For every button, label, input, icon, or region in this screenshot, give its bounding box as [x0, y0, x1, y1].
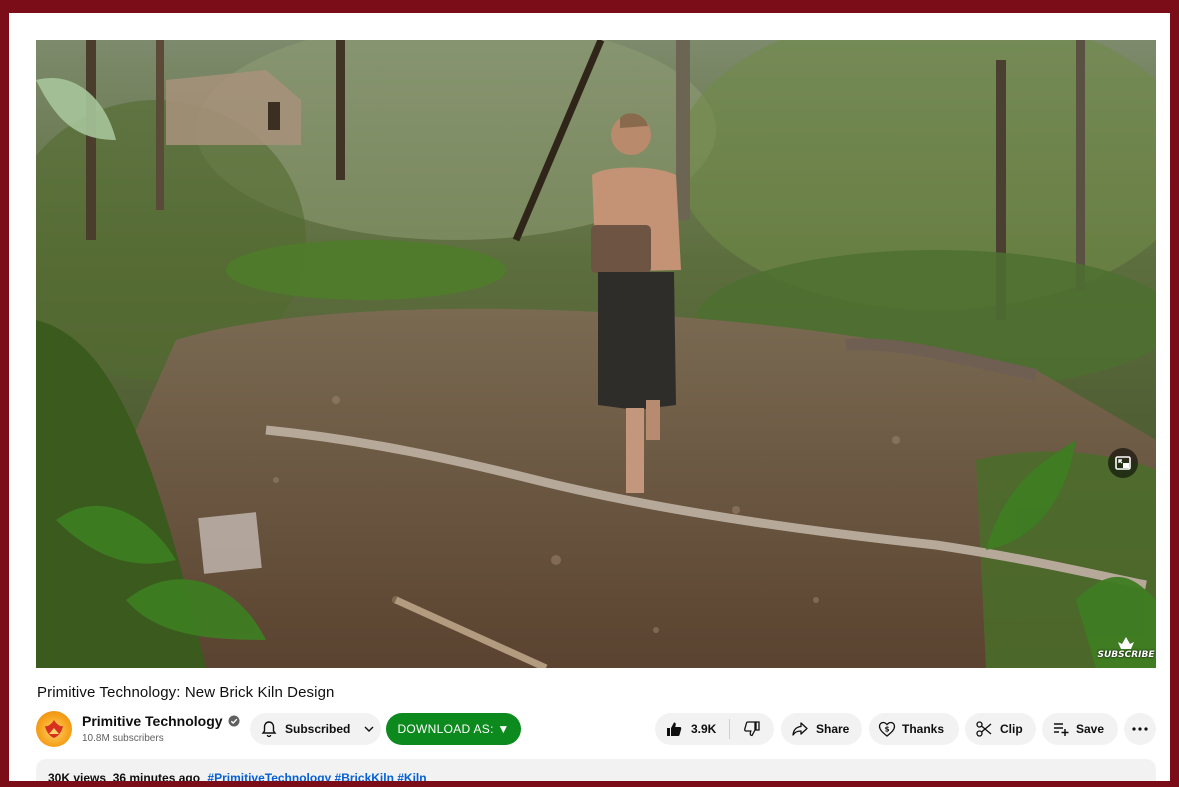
- subscriber-count: 10.8M subscribers: [82, 733, 164, 744]
- view-stats: 30K views 36 minutes ago: [48, 771, 201, 781]
- like-count: 3.9K: [691, 722, 717, 736]
- video-player[interactable]: SUBSCRIBE: [36, 40, 1156, 668]
- channel-logo-icon: [1117, 636, 1135, 650]
- owner-row: Primitive Technology 10.8M subscribers S…: [36, 711, 1156, 747]
- thanks-label: Thanks: [902, 722, 945, 736]
- hashtags[interactable]: #PrimitiveTechnology #BrickKiln #Kiln: [207, 771, 426, 781]
- channel-logo-icon: [45, 720, 63, 738]
- scissors-icon: [975, 720, 993, 738]
- download-as-button[interactable]: DOWNLOAD AS: ▼: [386, 713, 521, 745]
- share-label: Share: [816, 722, 850, 736]
- subscribed-label: Subscribed: [285, 722, 351, 736]
- watermark-label: SUBSCRIBE: [1097, 650, 1155, 660]
- youtube-watch-page: SUBSCRIBE Primitive Technology: New Bric…: [9, 13, 1170, 781]
- thumbs-up-icon: [665, 720, 683, 738]
- download-label: DOWNLOAD AS: ▼: [397, 722, 510, 736]
- svg-text:$: $: [885, 725, 890, 733]
- channel-avatar[interactable]: [36, 711, 72, 747]
- video-frame: [36, 40, 1156, 668]
- share-icon: [791, 720, 809, 738]
- share-button[interactable]: Share: [781, 713, 862, 745]
- like-dislike-group: 3.9K: [655, 713, 774, 745]
- thanks-icon: $: [878, 720, 896, 738]
- more-icon: [1132, 727, 1148, 731]
- channel-name-text: Primitive Technology: [82, 713, 223, 729]
- more-actions-button[interactable]: [1124, 713, 1156, 745]
- clip-label: Clip: [1000, 722, 1023, 736]
- verified-icon: [228, 715, 240, 727]
- miniplayer-button[interactable]: [1108, 448, 1138, 478]
- playlist-add-icon: [1052, 720, 1070, 738]
- pip-icon: [1114, 454, 1132, 472]
- subscribed-button[interactable]: Subscribed: [250, 713, 381, 745]
- video-title: Primitive Technology: New Brick Kiln Des…: [37, 684, 335, 701]
- subscribe-watermark[interactable]: SUBSCRIBE: [1097, 630, 1155, 660]
- channel-name[interactable]: Primitive Technology: [82, 713, 240, 729]
- save-label: Save: [1076, 722, 1105, 736]
- thanks-button[interactable]: $ Thanks: [869, 713, 959, 745]
- description-box[interactable]: 30K views 36 minutes ago #PrimitiveTechn…: [36, 759, 1156, 781]
- like-button[interactable]: 3.9K: [655, 713, 729, 745]
- thumbs-down-icon: [743, 720, 761, 738]
- dislike-button[interactable]: [730, 713, 774, 745]
- bell-icon: [260, 720, 278, 738]
- clip-button[interactable]: Clip: [965, 713, 1036, 745]
- save-button[interactable]: Save: [1042, 713, 1118, 745]
- chevron-down-icon: [363, 723, 375, 735]
